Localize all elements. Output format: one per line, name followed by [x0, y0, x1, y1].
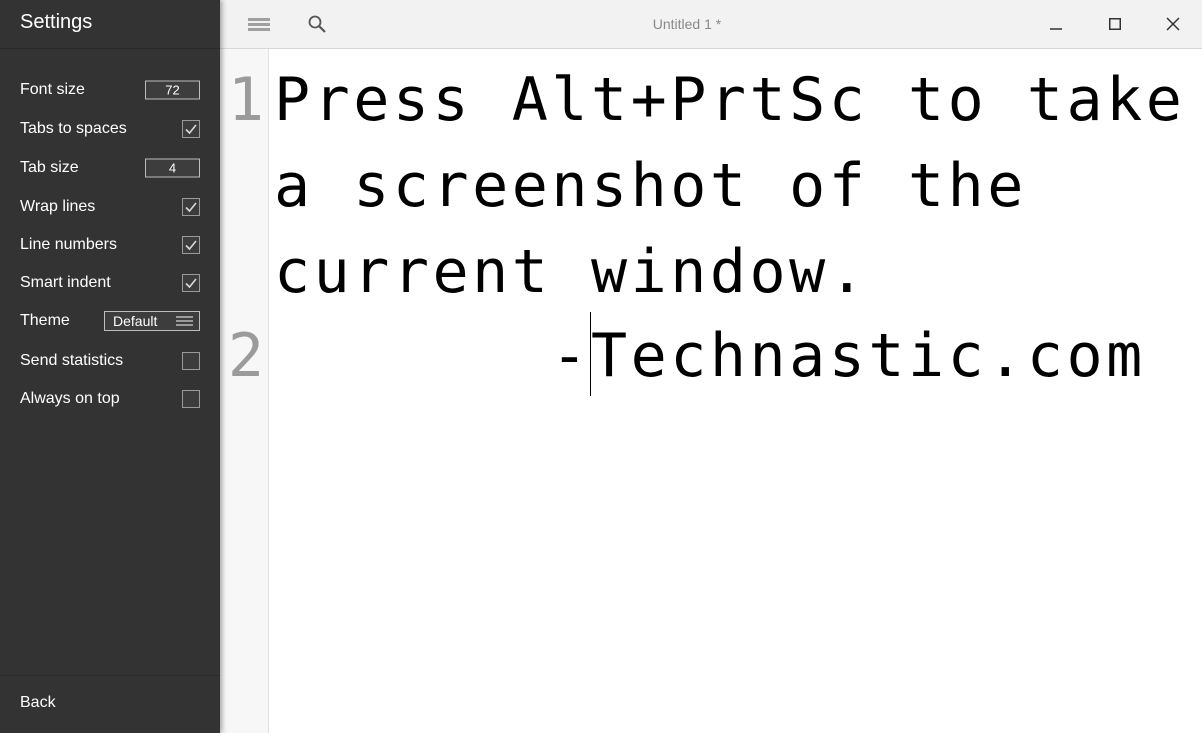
code-line: Press Alt+PrtSc to take: [274, 65, 1186, 135]
setting-theme: Theme Default: [0, 305, 220, 337]
setting-line-numbers: Line numbers: [0, 229, 220, 261]
search-icon: [308, 15, 326, 33]
minimize-button[interactable]: [1036, 0, 1076, 48]
line-number: 1: [227, 65, 264, 135]
always-on-top-label: Always on top: [20, 390, 120, 407]
line-number: 2: [227, 321, 264, 391]
text-cursor: [590, 312, 591, 396]
always-on-top-checkbox[interactable]: [182, 390, 200, 408]
smart-indent-checkbox[interactable]: [182, 274, 200, 292]
setting-send-statistics: Send statistics: [0, 345, 220, 377]
setting-smart-indent: Smart indent: [0, 267, 220, 299]
minimize-icon: [1050, 28, 1062, 30]
theme-select[interactable]: Default: [104, 311, 200, 331]
tab-size-label: Tab size: [20, 159, 79, 176]
title-bar: Untitled 1 *: [220, 0, 1202, 49]
search-button[interactable]: [297, 0, 337, 48]
font-size-input[interactable]: 72: [145, 80, 200, 100]
menu-icon: [248, 18, 270, 31]
list-icon: [176, 316, 193, 326]
line-numbers-label: Line numbers: [20, 236, 117, 253]
maximize-icon: [1109, 18, 1121, 30]
code-line: -Technastic.com: [274, 321, 1146, 391]
sidebar-footer-divider: [0, 675, 220, 676]
line-number-gutter: 1 2: [220, 49, 269, 733]
setting-wrap-lines: Wrap lines: [0, 191, 220, 223]
setting-tabs-to-spaces: Tabs to spaces: [0, 113, 220, 145]
code-line: a screenshot of the: [274, 151, 1027, 221]
checkmark-icon: [185, 202, 197, 213]
font-size-label: Font size: [20, 81, 85, 98]
close-button[interactable]: [1153, 0, 1193, 48]
setting-font-size: Font size 72: [0, 74, 220, 106]
tabs-to-spaces-label: Tabs to spaces: [20, 120, 127, 137]
wrap-lines-label: Wrap lines: [20, 198, 96, 215]
document-title: Untitled 1 *: [652, 16, 722, 32]
settings-sidebar: Settings Font size 72 Tabs to spaces Tab…: [0, 0, 220, 733]
line-numbers-checkbox[interactable]: [182, 236, 200, 254]
send-statistics-checkbox[interactable]: [182, 352, 200, 370]
wrap-lines-checkbox[interactable]: [182, 198, 200, 216]
checkmark-icon: [185, 240, 197, 251]
smart-indent-label: Smart indent: [20, 274, 111, 291]
theme-selected-value: Default: [113, 313, 158, 329]
setting-tab-size: Tab size 4: [0, 152, 220, 184]
code-line: current window.: [274, 237, 869, 307]
close-icon: [1166, 17, 1180, 31]
settings-title: Settings: [20, 11, 93, 33]
tabs-to-spaces-checkbox[interactable]: [182, 120, 200, 138]
sidebar-header-divider: [0, 48, 220, 49]
back-button[interactable]: Back: [20, 694, 56, 712]
tab-size-input[interactable]: 4: [145, 158, 200, 178]
setting-always-on-top: Always on top: [0, 383, 220, 415]
send-statistics-label: Send statistics: [20, 352, 124, 369]
menu-button[interactable]: [239, 0, 279, 48]
theme-label: Theme: [20, 312, 70, 329]
maximize-button[interactable]: [1095, 0, 1135, 48]
checkmark-icon: [185, 278, 197, 289]
checkmark-icon: [185, 124, 197, 135]
